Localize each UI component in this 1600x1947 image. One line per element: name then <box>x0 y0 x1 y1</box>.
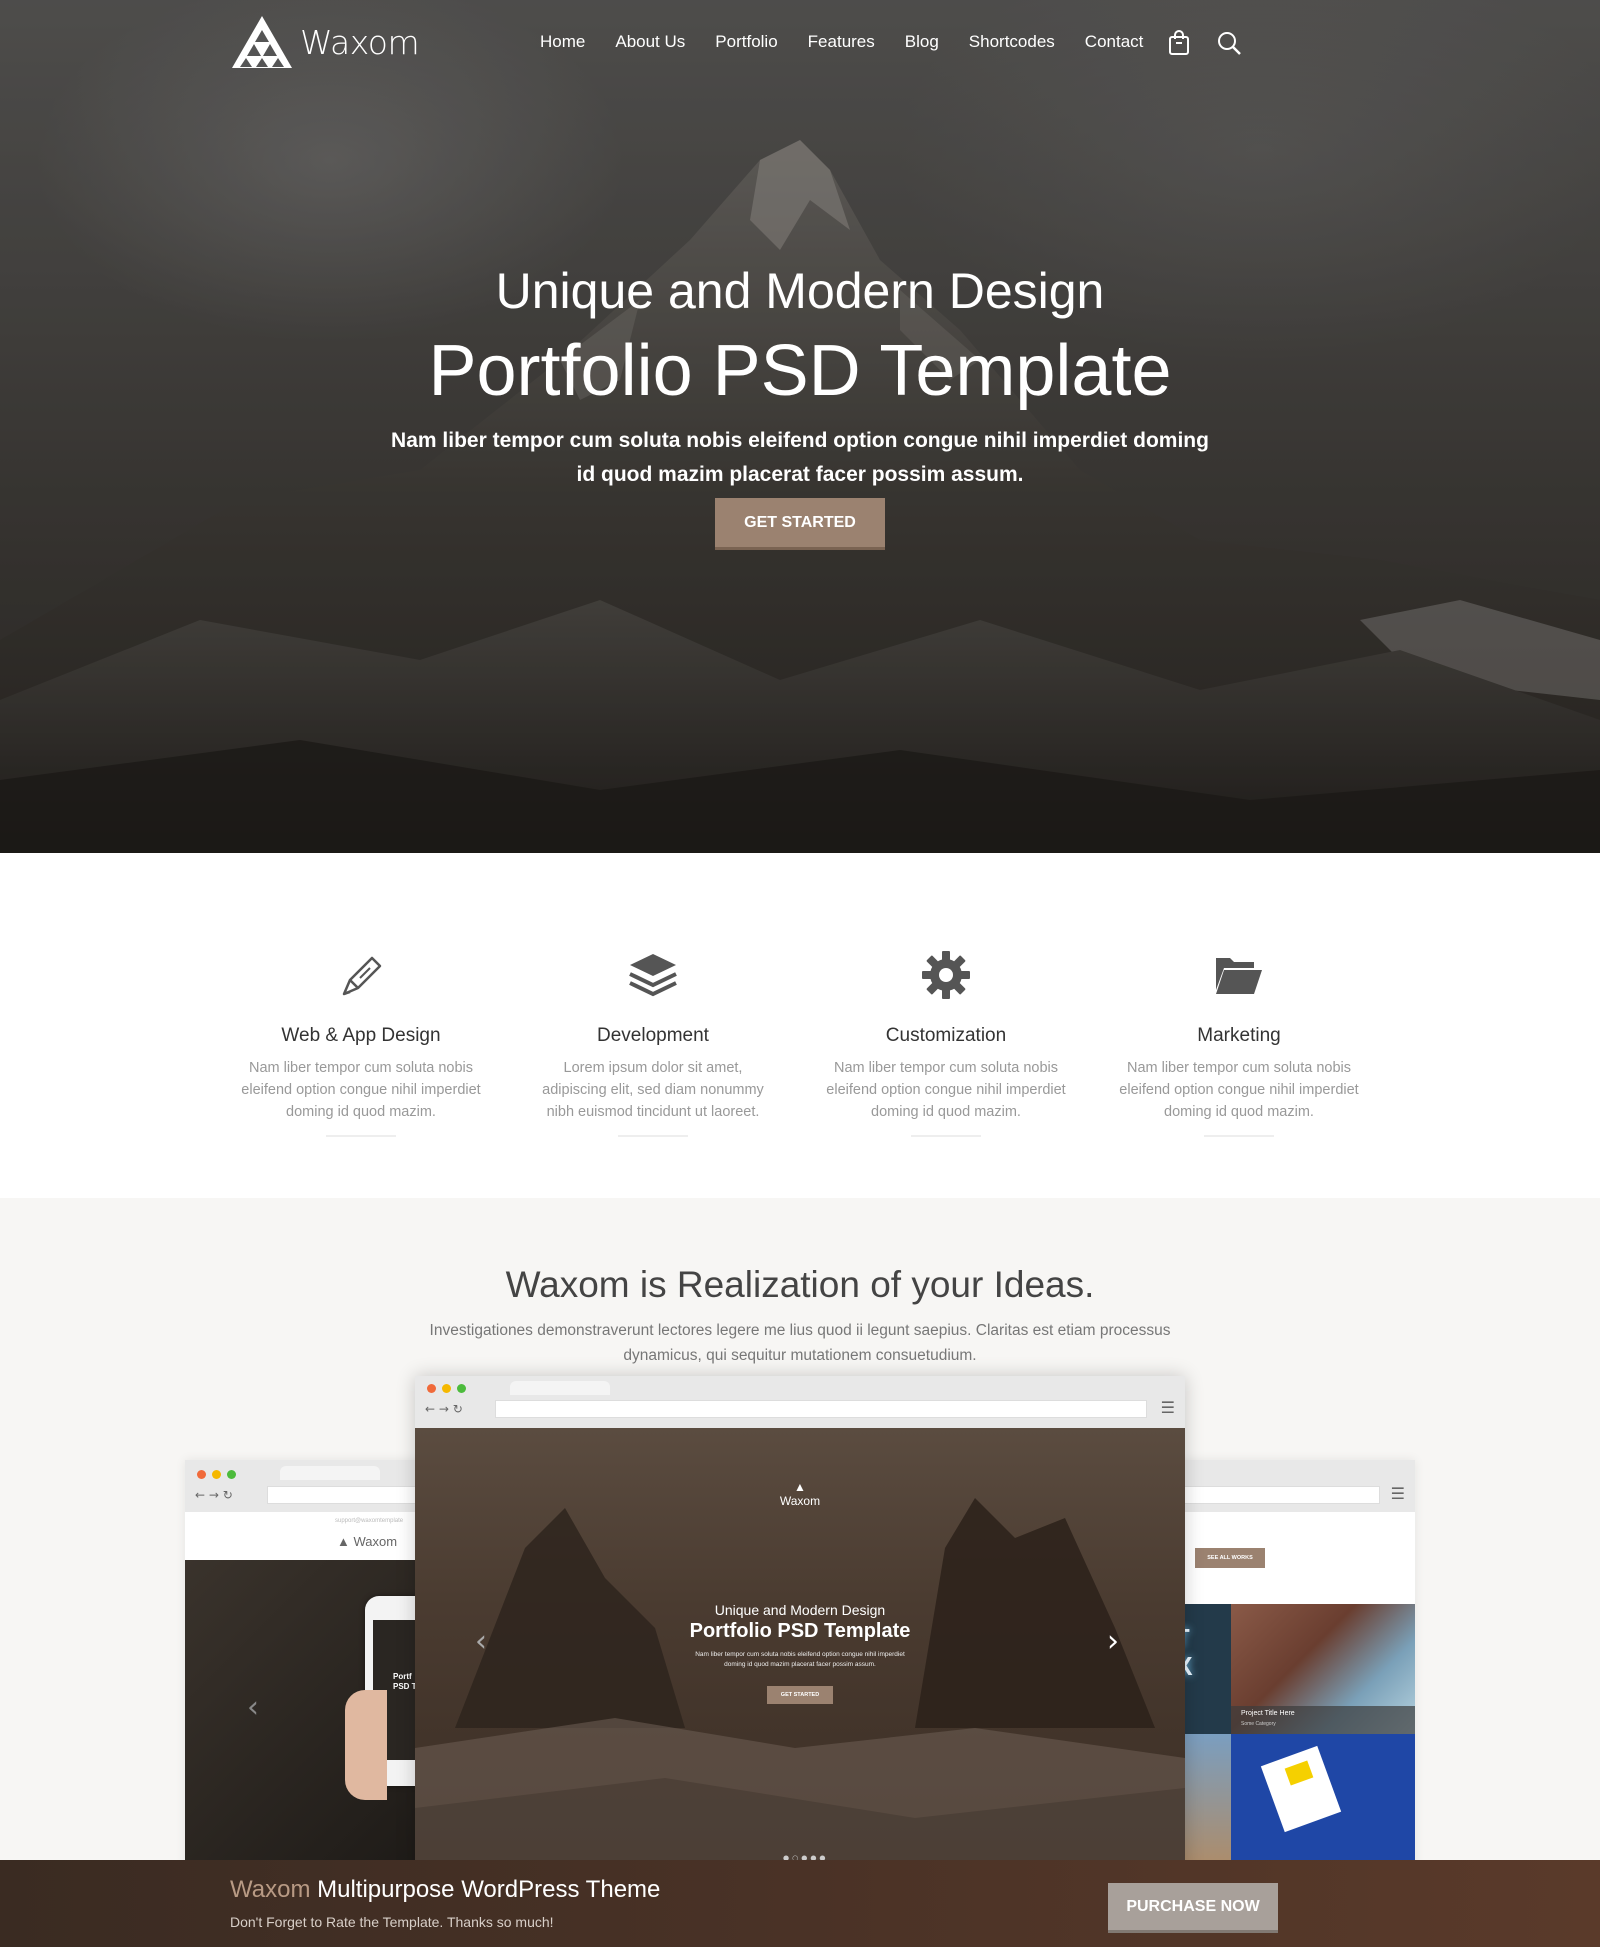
section-title: Waxom is Realization of your Ideas. <box>505 1264 1095 1305</box>
mock-logo-left: ▲ Waxom <box>337 1534 398 1549</box>
logo-triangle-icon <box>232 16 292 68</box>
slider-dots[interactable]: ●○●●● <box>783 1854 829 1860</box>
pen-icon <box>342 956 382 996</box>
mock-hero: ▲ Waxom Unique and Modern Design Portfoli… <box>415 1428 1185 1860</box>
purchase-bar-title-rest: Multipurpose WordPress Theme <box>310 1876 661 1903</box>
browser-toolbar: ← → ↻ <box>185 1460 445 1512</box>
maximize-dot-icon <box>227 1470 236 1479</box>
mock-email: support@waxomtemplate <box>335 1518 404 1524</box>
get-started-button[interactable]: GET STARTED <box>715 498 885 550</box>
mock-hero-text: Nam liber tempor cum soluta nobis eleife… <box>695 1651 905 1668</box>
feature-web-app-design: Web & App Design Nam liber tempor cum so… <box>231 945 491 1137</box>
feature-marketing: Marketing Nam liber tempor cum soluta no… <box>1109 945 1369 1137</box>
browser-tab <box>280 1466 380 1480</box>
minimize-dot-icon <box>212 1470 221 1479</box>
shopping-bag-icon[interactable] <box>1168 30 1190 56</box>
mock-logo-text: Waxom <box>779 1494 821 1508</box>
features-section: Web & App Design Nam liber tempor cum so… <box>0 853 1600 1198</box>
purchase-now-button[interactable]: PURCHASE NOW <box>1108 1883 1278 1933</box>
minimize-dot-icon <box>442 1384 451 1393</box>
logo-text: Waxom <box>300 22 420 62</box>
slider-prev-arrow-icon[interactable]: ‹ <box>247 1690 259 1725</box>
browser-mockup-right: ☰ SEE ALL WORKS HT OX Project Title Here… <box>1155 1460 1415 1860</box>
browser-tab <box>510 1381 610 1395</box>
nav-portfolio[interactable]: Portfolio <box>715 32 777 52</box>
nav-shortcodes[interactable]: Shortcodes <box>969 32 1055 52</box>
nav-features[interactable]: Features <box>808 32 875 52</box>
project-category: Some Category <box>1241 1721 1276 1727</box>
menu-icon: ☰ <box>1160 1398 1175 1417</box>
purchase-bar-subtitle: Don't Forget to Rate the Template. Thank… <box>230 1914 554 1930</box>
browser-toolbar: ← → ↻ ☰ <box>415 1376 1185 1428</box>
section-text: Investigationes demonstraverunt lectores… <box>429 1322 1171 1364</box>
maximize-dot-icon <box>457 1384 466 1393</box>
browser-mockup-left: ← → ↻ support@waxomtemplate ▲ Waxom ‹ Po… <box>185 1460 445 1860</box>
purchase-bar-brand: Waxom <box>230 1876 311 1903</box>
rock-photo: Project Title Here Some Category <box>1231 1604 1415 1734</box>
hero-text: Nam liber tempor cum soluta nobis eleife… <box>391 429 1209 486</box>
nav-home[interactable]: Home <box>540 32 585 52</box>
purchase-bar-title: Waxom Multipurpose WordPress Theme <box>230 1876 660 1904</box>
navbar: Waxom Home About Us Portfolio Features B… <box>0 0 1600 90</box>
mock-logo-text: Waxom <box>353 1534 398 1549</box>
browser-toolbar: ☰ <box>1155 1460 1415 1512</box>
hero-subtitle: Unique and Modern Design <box>495 263 1105 319</box>
feature-divider <box>1204 1135 1274 1137</box>
see-all-works-button[interactable]: SEE ALL WORKS <box>1195 1548 1265 1568</box>
stationery-photo <box>1231 1734 1415 1860</box>
mock-get-started-button[interactable]: GET STARTED <box>767 1686 833 1704</box>
gear-icon <box>922 951 970 999</box>
layers-icon <box>629 954 677 997</box>
purchase-bar: Waxom Multipurpose WordPress Theme Don't… <box>0 1860 1600 1947</box>
main-nav: Home About Us Portfolio Features Blog Sh… <box>540 32 1173 52</box>
nav-contact[interactable]: Contact <box>1085 32 1144 52</box>
mock-logo-center: ▲ Waxom <box>779 1480 821 1508</box>
feature-customization: Customization Nam liber tempor cum solut… <box>816 945 1076 1137</box>
hand-image <box>345 1690 387 1800</box>
browser-url-bar <box>1155 1486 1380 1504</box>
mock-hero-title: Portfolio PSD Template <box>689 1620 911 1642</box>
realization-section: Waxom is Realization of your Ideas. Inve… <box>0 1198 1600 1860</box>
browser-nav-arrows-icon: ← → ↻ <box>425 1402 463 1416</box>
browser-url-bar <box>495 1400 1147 1418</box>
feature-divider <box>911 1135 981 1137</box>
feature-title: Development <box>597 1025 709 1046</box>
feature-development: Development Lorem ipsum dolor sit amet, … <box>523 945 783 1137</box>
mock-hero-subtitle: Unique and Modern Design <box>714 1602 886 1618</box>
project-title: Project Title Here <box>1241 1710 1295 1717</box>
feature-desc: Lorem ipsum dolor sit amet, adipiscing e… <box>542 1060 764 1120</box>
phone-text-1: Portf <box>393 1672 412 1681</box>
hero-title: Portfolio PSD Template <box>428 331 1172 411</box>
browser-mockup-center: ← → ↻ ☰ ▲ Waxom Unique and Modern Design … <box>415 1376 1185 1860</box>
feature-title: Customization <box>885 1025 1007 1046</box>
slider-next-arrow-icon[interactable]: › <box>1107 1624 1119 1659</box>
folder-icon <box>1216 958 1262 994</box>
nav-about-us[interactable]: About Us <box>615 32 685 52</box>
close-dot-icon <box>427 1384 436 1393</box>
feature-desc: Nam liber tempor cum soluta nobis eleife… <box>1119 1060 1359 1120</box>
nav-blog[interactable]: Blog <box>905 32 939 52</box>
feature-desc: Nam liber tempor cum soluta nobis eleife… <box>241 1060 481 1120</box>
slider-prev-arrow-icon[interactable]: ‹ <box>475 1624 487 1659</box>
menu-icon: ☰ <box>1390 1484 1405 1503</box>
search-icon[interactable] <box>1216 30 1242 56</box>
feature-title: Web & App Design <box>281 1025 441 1046</box>
hero-section: Waxom Home About Us Portfolio Features B… <box>0 0 1600 853</box>
feature-desc: Nam liber tempor cum soluta nobis eleife… <box>826 1060 1066 1120</box>
feature-title: Marketing <box>1197 1025 1281 1046</box>
close-dot-icon <box>197 1470 206 1479</box>
feature-divider <box>326 1135 396 1137</box>
browser-nav-arrows-icon: ← → ↻ <box>195 1488 233 1502</box>
feature-divider <box>618 1135 688 1137</box>
logo[interactable]: Waxom <box>230 14 420 70</box>
